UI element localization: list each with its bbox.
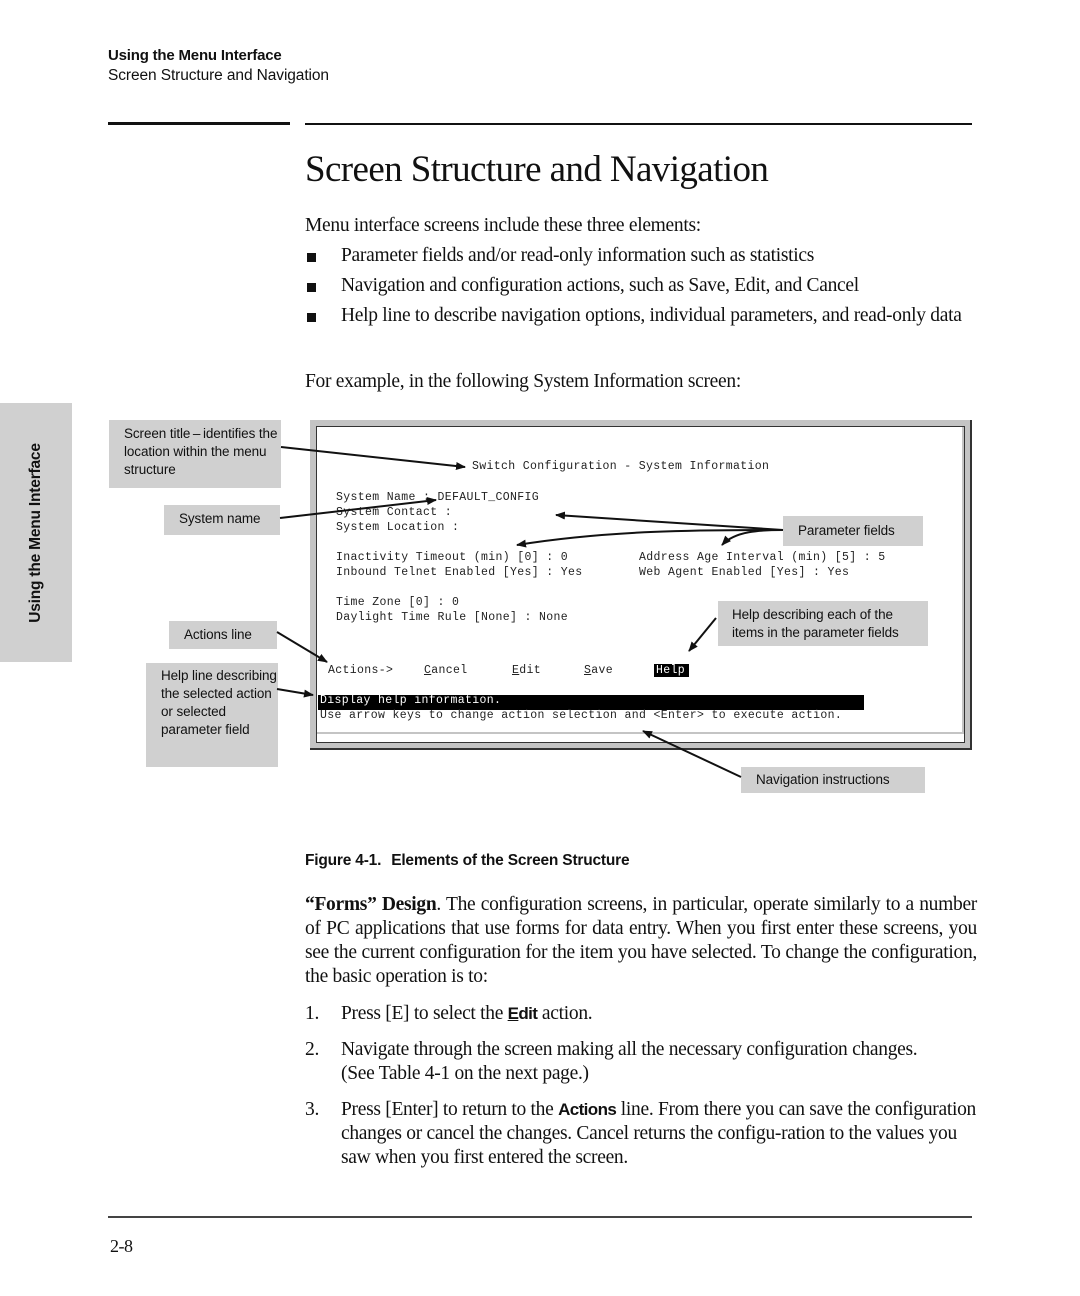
header-rule-right [305,123,972,125]
terminal-field-system-location[interactable]: System Location : [336,521,459,534]
terminal-help-line: Display help information. [320,694,502,707]
bullet-text: Parameter fields and/or read-only inform… [341,245,815,266]
terminal-field-time-zone[interactable]: Time Zone [0] : 0 [336,596,459,609]
figure-caption-title: Elements of the Screen Structure [391,852,630,869]
bullet-square-icon [307,283,316,292]
figure-caption-number: Figure 4-1. [305,852,382,869]
bullet-square-icon [307,253,316,262]
footer-rule [108,1216,972,1218]
terminal-field-web-agent[interactable]: Web Agent Enabled [Yes] : Yes [639,566,849,579]
bullet-text: Help line to describe navigation options… [341,305,962,326]
callout-actions-line: Actions line [169,621,277,649]
terminal-navigation-instructions: Use arrow keys to change action selectio… [320,709,843,722]
arrow-help-line [276,688,314,698]
terminal-field-system-name[interactable]: System Name : DEFAULT_CONFIG [336,491,539,504]
header-rule-left [108,122,290,125]
running-header-section: Screen Structure and Navigation [108,67,329,84]
bullet-square-icon [307,313,316,322]
callout-screen-title: Screen title – identifies the location w… [109,420,281,488]
actions-line-reference: Actions [558,1100,617,1119]
callout-help-describing: Help describing each of the items in the… [718,601,928,646]
running-header-chapter: Using the Menu Interface [108,47,282,64]
callout-system-name: System name [164,505,280,535]
bullet-text: Navigation and configuration actions, su… [341,275,859,296]
forms-design-lead: “Forms” Design [305,894,437,915]
terminal-action-edit[interactable]: Edit [512,664,541,677]
step-text: Navigate through the screen making all t… [341,1039,918,1084]
step-number: 1. [305,1003,320,1024]
chapter-side-tab: Using the Menu Interface [0,403,72,662]
terminal-action-save[interactable]: Save [584,664,613,677]
step-number: 2. [305,1039,320,1060]
terminal-screen-title: Switch Configuration - System Informatio… [472,460,770,473]
figure-caption: Figure 4-1. Elements of the Screen Struct… [305,852,630,870]
callout-parameter-fields: Parameter fields [783,516,923,546]
page-title: Screen Structure and Navigation [305,149,769,190]
callout-navigation-instructions: Navigation instructions [741,767,925,793]
terminal-action-help-selected[interactable]: Help [654,664,690,677]
step-number: 3. [305,1099,320,1120]
callout-help-line: Help line describing the selected action… [146,663,278,767]
terminal-field-inbound-telnet[interactable]: Inbound Telnet Enabled [Yes] : Yes [336,566,583,579]
forms-design-paragraph: “Forms” Design. The configuration screen… [305,894,977,987]
terminal-field-address-age[interactable]: Address Age Interval (min) [5] : 5 [639,551,886,564]
terminal-actions-label: Actions-> [328,664,394,677]
terminal-field-system-contact[interactable]: System Contact : [336,506,452,519]
intro-text: Menu interface screens include these thr… [305,215,701,236]
terminal-field-daylight-rule[interactable]: Daylight Time Rule [None] : None [336,611,568,624]
page-number: 2-8 [110,1236,133,1256]
edit-action-reference: Edit [507,1004,538,1023]
side-tab-label: Using the Menu Interface [27,443,44,623]
terminal-action-cancel[interactable]: Cancel [424,664,468,677]
example-intro-text: For example, in the following System Inf… [305,371,741,392]
terminal-field-inactivity-timeout[interactable]: Inactivity Timeout (min) [0] : 0 [336,551,568,564]
